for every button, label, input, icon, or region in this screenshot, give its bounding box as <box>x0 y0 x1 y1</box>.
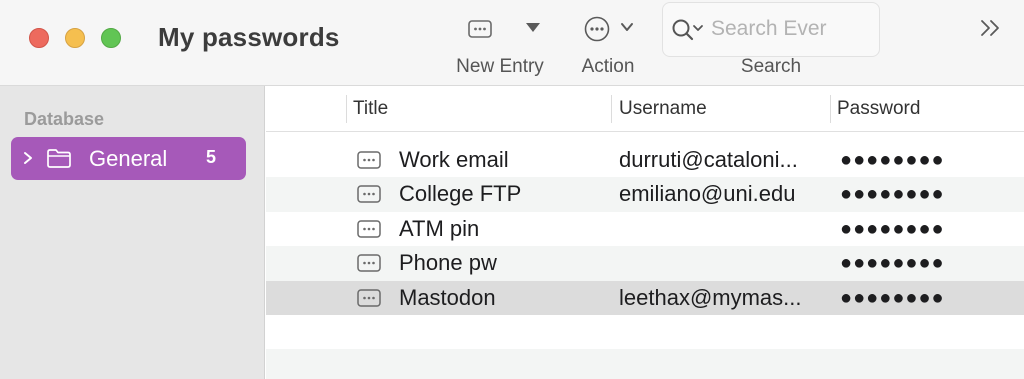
folder-icon <box>47 149 71 168</box>
double-chevron-right-icon[interactable] <box>976 16 1006 40</box>
close-window-button[interactable] <box>29 28 49 48</box>
empty-row <box>266 349 1024 379</box>
table-row[interactable]: College FTP emiliano@uni.edu ●●●●●●●● <box>266 177 1024 212</box>
new-entry-label: New Entry <box>456 56 544 77</box>
entry-password: ●●●●●●●● <box>840 252 945 275</box>
toolbar: My passwords New Entry Action Search Eve… <box>0 0 1024 86</box>
column-header-username[interactable]: Username <box>619 98 707 120</box>
entries-list: Work email durruti@cataloni... ●●●●●●●● … <box>266 143 1024 379</box>
entry-password: ●●●●●●●● <box>840 183 945 206</box>
column-header-title[interactable]: Title <box>353 98 388 120</box>
table-header: Title Username Password <box>266 86 1024 132</box>
chevron-right-icon[interactable] <box>22 151 34 165</box>
chevron-down-icon[interactable] <box>620 20 634 34</box>
entries-table: Title Username Password Work email durru… <box>266 86 1024 379</box>
entry-card-icon[interactable] <box>468 20 492 38</box>
entry-card-icon <box>357 151 381 169</box>
entry-username: emiliano@uni.edu <box>619 181 796 207</box>
entry-title: ATM pin <box>399 215 480 241</box>
new-entry-dropdown-arrow-icon[interactable] <box>526 23 540 32</box>
entry-card-icon <box>357 220 381 238</box>
column-separator[interactable] <box>611 95 612 123</box>
sidebar-item-label: General <box>89 146 168 171</box>
action-label: Action <box>581 56 635 77</box>
table-row-selected[interactable]: Mastodon leethax@mymas... ●●●●●●●● <box>266 280 1024 315</box>
column-header-password[interactable]: Password <box>837 98 920 120</box>
entry-username: durruti@cataloni... <box>619 147 798 172</box>
table-row[interactable]: ATM pin ●●●●●●●● <box>266 212 1024 246</box>
new-entry-button[interactable]: New Entry <box>440 10 560 82</box>
window-title: My passwords <box>158 22 340 52</box>
sidebar-item-general[interactable]: General 5 <box>11 137 246 180</box>
entry-title: Mastodon <box>399 284 496 310</box>
search-field[interactable] <box>662 2 880 57</box>
empty-row <box>266 315 1024 349</box>
entry-username: leethax@mymas... <box>619 284 802 310</box>
entry-card-icon <box>357 185 381 204</box>
entry-title: College FTP <box>399 181 522 207</box>
column-separator[interactable] <box>346 95 347 123</box>
search-label: Search <box>740 56 802 77</box>
minimize-window-button[interactable] <box>65 28 85 48</box>
entry-title: Work email <box>399 147 509 172</box>
column-separator[interactable] <box>830 95 831 123</box>
sidebar-item-count-badge: 5 <box>206 147 217 167</box>
entry-password: ●●●●●●●● <box>840 217 945 240</box>
entry-password: ●●●●●●●● <box>840 149 945 171</box>
entry-card-icon <box>357 254 381 272</box>
ellipsis-circle-icon[interactable] <box>584 16 610 42</box>
zoom-window-button[interactable] <box>101 28 121 48</box>
entry-title: Phone pw <box>399 250 497 276</box>
entry-card-icon <box>357 288 381 307</box>
sidebar: Database General 5 <box>0 86 265 379</box>
search-input[interactable] <box>711 13 841 45</box>
action-button[interactable]: Action <box>570 10 646 82</box>
search-group: Search <box>662 2 880 82</box>
table-row[interactable]: Work email durruti@cataloni... ●●●●●●●● <box>266 143 1024 177</box>
sidebar-heading: Database <box>24 109 105 129</box>
entry-password: ●●●●●●●● <box>840 286 945 309</box>
table-row[interactable]: Phone pw ●●●●●●●● <box>266 246 1024 281</box>
magnifier-icon[interactable] <box>671 17 705 43</box>
